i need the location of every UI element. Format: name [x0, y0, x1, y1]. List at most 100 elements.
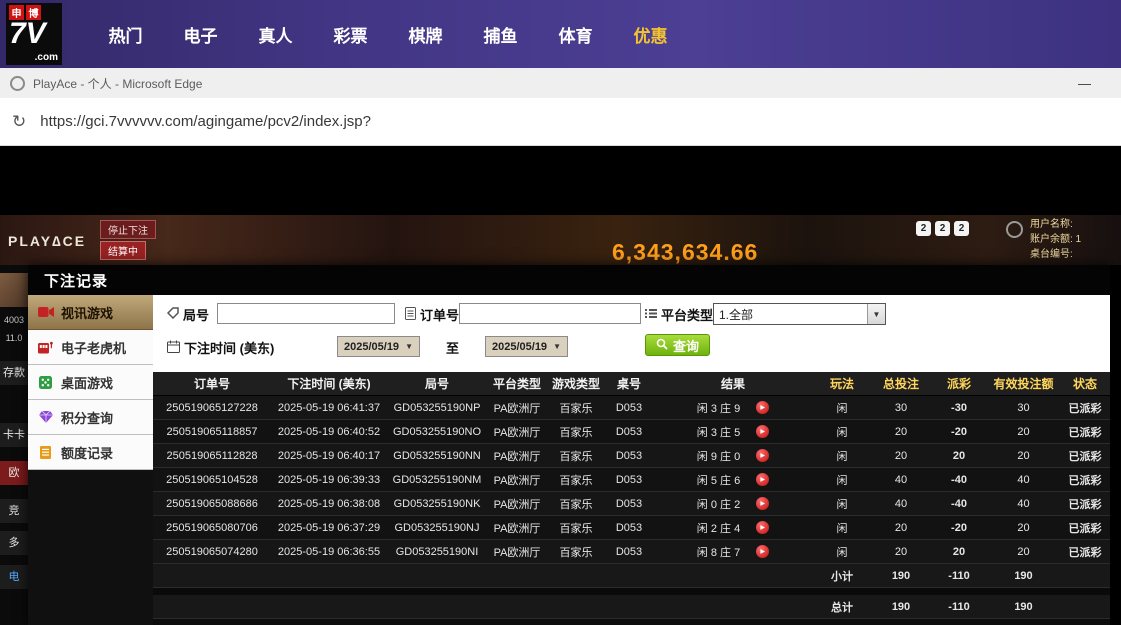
- column-header: 有效投注额: [987, 372, 1060, 396]
- result-text: 闲 8 庄 7: [697, 544, 740, 560]
- screen: 申 博 7V .com 热门电子真人彩票棋牌捕鱼体育优惠 PlayAce - 个…: [0, 0, 1121, 625]
- sidebar-item-slot-machine[interactable]: 电子老虎机: [28, 330, 153, 365]
- nav-item[interactable]: 彩票: [313, 22, 388, 47]
- die: 2: [954, 221, 969, 236]
- platform-label: 平台类型: [645, 305, 713, 324]
- summary-cell: 190: [987, 564, 1060, 588]
- user-info-line: 桌台编号:: [1030, 247, 1081, 262]
- cell-table: D053: [605, 420, 653, 444]
- round-input[interactable]: [217, 303, 395, 324]
- nav-item[interactable]: 电子: [163, 22, 238, 47]
- top-nav-bar: 申 博 7V .com 热门电子真人彩票棋牌捕鱼体育优惠: [0, 0, 1121, 68]
- cell-platform: PA欧洲厅: [487, 468, 547, 492]
- result-text: 闲 0 庄 2: [697, 496, 740, 512]
- cell-table: D053: [605, 540, 653, 564]
- nav-item[interactable]: 优惠: [613, 22, 688, 47]
- cell-time: 2025-05-19 06:37:29: [271, 516, 387, 540]
- replay-play-icon[interactable]: ▶: [756, 521, 769, 534]
- date-to-picker[interactable]: 2025/05/19 ▼: [485, 336, 568, 357]
- nav-item[interactable]: 捕鱼: [463, 22, 538, 47]
- cell-platform: PA欧洲厅: [487, 492, 547, 516]
- sidebar-item-ledger[interactable]: 额度记录: [28, 435, 153, 470]
- document-icon: [405, 307, 416, 323]
- background-sidebar-strip: 400311.0存款卡卡欧竞多电: [0, 265, 28, 625]
- cell-result: 闲 2 庄 4▶: [653, 516, 813, 540]
- modal-title: 下注记录: [44, 270, 108, 291]
- modal-header: 下注记录: [28, 265, 1110, 295]
- sidebar-item-diamond[interactable]: 积分查询: [28, 400, 153, 435]
- date-from-picker[interactable]: 2025/05/19 ▼: [337, 336, 420, 357]
- user-info-line: 用户名称:: [1030, 217, 1081, 232]
- date-to-value: 2025/05/19: [492, 341, 547, 353]
- game-header-strip: PLAY∆CE 停止下注 结算中 6,343,634.66 222 用户名称:账…: [0, 215, 1121, 265]
- sidebar-item-dice[interactable]: 桌面游戏: [28, 365, 153, 400]
- replay-play-icon[interactable]: ▶: [756, 449, 769, 462]
- replay-play-icon[interactable]: ▶: [756, 425, 769, 438]
- avatar: [0, 273, 28, 307]
- nav-item[interactable]: 热门: [88, 22, 163, 47]
- cell-platform: PA欧洲厅: [487, 420, 547, 444]
- order-label: 订单号: [405, 305, 459, 324]
- reload-icon[interactable]: ↻: [12, 112, 26, 132]
- cell-payout: -20: [931, 420, 987, 444]
- background-fragment: 竞: [0, 499, 28, 523]
- nav-item[interactable]: 棋牌: [388, 22, 463, 47]
- search-button[interactable]: 查询: [645, 334, 710, 356]
- cell-result: 闲 3 庄 5▶: [653, 420, 813, 444]
- replay-play-icon[interactable]: ▶: [756, 545, 769, 558]
- sidebar-item-video-camera[interactable]: 视讯游戏: [28, 295, 153, 330]
- sidebar-item-label: 额度记录: [61, 443, 113, 462]
- cell-status: 已派彩: [1060, 492, 1110, 516]
- cell-game: 百家乐: [547, 396, 605, 420]
- settings-icon[interactable]: [1006, 221, 1023, 238]
- summary-cell: [1060, 595, 1110, 619]
- cell-payout: -20: [931, 516, 987, 540]
- window-title: PlayAce - 个人 - Microsoft Edge: [33, 75, 202, 92]
- cell-valid: 40: [987, 468, 1060, 492]
- cell-time: 2025-05-19 06:36:55: [271, 540, 387, 564]
- replay-play-icon[interactable]: ▶: [756, 473, 769, 486]
- minimize-button[interactable]: —: [1078, 76, 1091, 91]
- site-logo[interactable]: 申 博 7V .com: [6, 3, 62, 65]
- cell-result: 闲 9 庄 0▶: [653, 444, 813, 468]
- cell-valid: 40: [987, 492, 1060, 516]
- cell-total: 40: [871, 492, 931, 516]
- cell-payout: -30: [931, 396, 987, 420]
- cell-order: 250519065127228: [153, 396, 271, 420]
- platform-select[interactable]: 1.全部 ▼: [713, 303, 886, 325]
- cell-platform: PA欧洲厅: [487, 444, 547, 468]
- browser-urlbar: ↻ https://gci.7vvvvvv.com/agingame/pcv2/…: [0, 98, 1121, 146]
- cell-status: 已派彩: [1060, 516, 1110, 540]
- sidebar-item-label: 视讯游戏: [61, 303, 113, 322]
- jackpot-amount: 6,343,634.66: [612, 239, 758, 265]
- cell-status: 已派彩: [1060, 396, 1110, 420]
- cell-order: 250519065088686: [153, 492, 271, 516]
- background-fragment: 多: [0, 531, 28, 555]
- replay-play-icon[interactable]: ▶: [756, 497, 769, 510]
- nav-item[interactable]: 体育: [538, 22, 613, 47]
- cell-total: 20: [871, 516, 931, 540]
- order-input[interactable]: [459, 303, 641, 324]
- cell-time: 2025-05-19 06:41:37: [271, 396, 387, 420]
- stop-bet-button[interactable]: 停止下注: [100, 220, 156, 239]
- cell-time: 2025-05-19 06:39:33: [271, 468, 387, 492]
- cell-play: 闲: [813, 396, 871, 420]
- nav-item[interactable]: 真人: [238, 22, 313, 47]
- column-header: 状态: [1060, 372, 1110, 396]
- url-text[interactable]: https://gci.7vvvvvv.com/agingame/pcv2/in…: [40, 113, 371, 130]
- summary-cell: 190: [871, 564, 931, 588]
- cell-table: D053: [605, 468, 653, 492]
- caret-down-icon: ▼: [553, 342, 561, 351]
- cell-order: 250519065118857: [153, 420, 271, 444]
- bet-record-row: 2505190651128282025-05-19 06:40:17GD0532…: [153, 444, 1110, 468]
- cell-game: 百家乐: [547, 516, 605, 540]
- spacer-row: [153, 588, 1110, 596]
- cell-time: 2025-05-19 06:38:08: [271, 492, 387, 516]
- cell-game: 百家乐: [547, 468, 605, 492]
- filter-form: 局号 订单号 平台类型 1.全部 ▼: [153, 295, 1110, 373]
- replay-play-icon[interactable]: ▶: [756, 401, 769, 414]
- cell-game: 百家乐: [547, 492, 605, 516]
- cell-valid: 20: [987, 516, 1060, 540]
- cell-order: 250519065080706: [153, 516, 271, 540]
- bet-record-row: 2505190650807062025-05-19 06:37:29GD0532…: [153, 516, 1110, 540]
